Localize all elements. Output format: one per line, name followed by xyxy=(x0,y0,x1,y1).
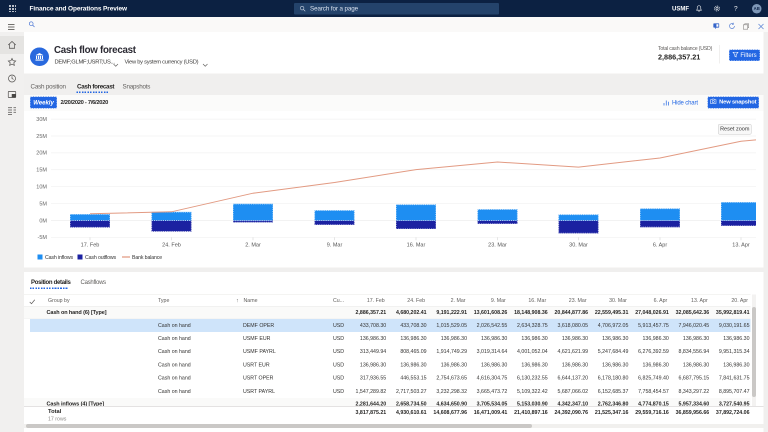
svg-text:20M: 20M xyxy=(36,151,47,157)
svg-text:25M: 25M xyxy=(36,134,47,140)
svg-text:30M: 30M xyxy=(36,117,47,123)
svg-text:0M: 0M xyxy=(39,218,47,224)
svg-text:24. Feb: 24. Feb xyxy=(162,243,181,249)
svg-text:2. Mar: 2. Mar xyxy=(245,243,261,249)
svg-text:17. Feb: 17. Feb xyxy=(81,243,100,249)
svg-text:13. Apr: 13. Apr xyxy=(732,243,750,249)
svg-text:9. Mar: 9. Mar xyxy=(327,243,343,249)
svg-text:23. Mar: 23. Mar xyxy=(488,243,507,249)
svg-text:6. Apr: 6. Apr xyxy=(653,243,668,249)
svg-text:Bank balance: Bank balance xyxy=(132,255,162,261)
svg-text:10M: 10M xyxy=(36,184,47,190)
svg-text:16. Mar: 16. Mar xyxy=(407,243,426,249)
svg-text:30. Mar: 30. Mar xyxy=(569,243,588,249)
svg-text:5M: 5M xyxy=(39,201,47,207)
svg-text:Cash inflows: Cash inflows xyxy=(45,255,73,261)
svg-text:Cash outflows: Cash outflows xyxy=(85,255,117,261)
svg-text:15M: 15M xyxy=(36,168,47,174)
svg-text:-5M: -5M xyxy=(38,235,48,241)
